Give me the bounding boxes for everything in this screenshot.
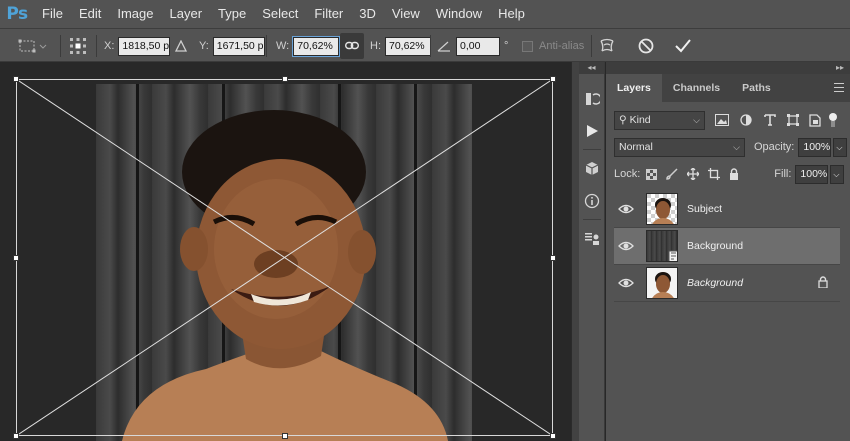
menu-select[interactable]: Select — [254, 0, 306, 28]
fill-field[interactable]: 100% — [795, 164, 829, 184]
document-canvas[interactable] — [0, 62, 571, 441]
menu-view[interactable]: View — [384, 0, 428, 28]
panel-menu-icon[interactable] — [834, 83, 844, 92]
collapse-dock-icon[interactable]: ◂◂ — [579, 62, 604, 74]
transform-handle-right[interactable] — [550, 255, 556, 261]
lock-all-icon[interactable] — [729, 168, 739, 180]
menu-filter[interactable]: Filter — [306, 0, 351, 28]
layer-name[interactable]: Subject — [687, 203, 722, 215]
visibility-eye-icon[interactable] — [618, 276, 634, 290]
x-position-field[interactable]: 1818,50 p: — [118, 36, 171, 56]
filter-toggle-icon[interactable] — [828, 112, 838, 128]
rotate-angle-field[interactable]: 0,00 — [456, 36, 500, 56]
transform-handle-bottom-left[interactable] — [13, 433, 19, 439]
search-icon: ⚲ — [619, 113, 630, 126]
layer-row-background-copy[interactable]: Background — [614, 228, 840, 265]
layer-lock-icon — [818, 276, 828, 288]
menu-type[interactable]: Type — [210, 0, 254, 28]
layer-filter-kind-dropdown[interactable]: ⚲ Kind ⌵ — [614, 110, 705, 130]
transform-handle-left[interactable] — [13, 255, 19, 261]
layer-thumbnail — [646, 267, 678, 299]
menu-3d[interactable]: 3D — [351, 0, 384, 28]
adjustment-layer-filter-icon[interactable] — [740, 114, 752, 126]
panel-tabs: Layers Channels Paths — [606, 74, 850, 102]
lock-transparency-icon[interactable] — [646, 168, 658, 180]
cancel-transform-icon[interactable] — [638, 29, 654, 63]
info-icon[interactable] — [579, 188, 605, 214]
3d-cube-icon[interactable] — [579, 156, 605, 182]
lock-artboard-icon[interactable] — [708, 168, 721, 180]
photoshop-logo: Ps — [6, 4, 28, 24]
transform-handle-bottom-right[interactable] — [550, 433, 556, 439]
layer-name[interactable]: Background — [687, 277, 743, 289]
dock-divider — [571, 62, 579, 441]
warp-mode-icon[interactable] — [599, 29, 615, 63]
layer-thumbnail — [646, 193, 678, 225]
y-position-field[interactable]: 1671,50 p: — [212, 36, 265, 56]
layers-panel: ▸▸ Layers Channels Paths ⚲ Kind ⌵ Normal ⌵… — [606, 62, 850, 441]
menu-file[interactable]: File — [34, 0, 71, 28]
lock-label: Lock: — [614, 168, 641, 180]
tab-paths[interactable]: Paths — [731, 74, 782, 102]
layer-row-subject[interactable]: Subject — [614, 191, 840, 228]
lock-position-icon[interactable] — [687, 168, 700, 180]
delta-icon[interactable] — [175, 29, 187, 63]
blend-mode-dropdown[interactable]: Normal ⌵ — [614, 137, 745, 157]
x-label: X: — [104, 40, 115, 52]
y-label: Y: — [199, 40, 209, 52]
history-icon[interactable] — [579, 86, 605, 112]
layer-row-background-locked[interactable]: Background — [614, 265, 840, 302]
lock-image-pixels-icon[interactable] — [666, 168, 678, 180]
panel-icon-dock: ◂◂ — [579, 62, 605, 441]
h-label: H: — [370, 40, 381, 52]
w-label: W: — [276, 40, 290, 52]
tab-layers[interactable]: Layers — [606, 74, 662, 102]
layer-thumbnail — [646, 230, 678, 262]
transform-handle-top-right[interactable] — [550, 76, 556, 82]
transform-bounding-box[interactable] — [13, 76, 556, 439]
opacity-field[interactable]: 100% — [798, 137, 832, 157]
actions-play-icon[interactable] — [579, 118, 605, 144]
visibility-eye-icon[interactable] — [618, 202, 634, 216]
clone-source-icon[interactable] — [579, 226, 605, 252]
transform-handle-top-left[interactable] — [13, 76, 19, 82]
menu-edit[interactable]: Edit — [71, 0, 109, 28]
rotate-angle-icon — [437, 29, 451, 63]
degree-unit: ° — [504, 40, 509, 52]
menu-bar: Ps File Edit Image Layer Type Select Fil… — [0, 0, 850, 28]
height-scale-field[interactable]: 70,62% — [385, 36, 431, 56]
transform-tool-icon[interactable] — [18, 29, 48, 63]
opacity-label: Opacity: — [754, 141, 795, 153]
antialias-checkbox[interactable] — [522, 40, 533, 52]
menu-window[interactable]: Window — [428, 0, 490, 28]
transform-handle-bottom[interactable] — [282, 433, 288, 439]
link-proportions-icon[interactable] — [340, 33, 364, 59]
visibility-eye-icon[interactable] — [618, 239, 634, 253]
smart-object-filter-icon[interactable] — [809, 113, 821, 127]
tab-channels[interactable]: Channels — [662, 74, 731, 102]
collapse-panel-icon[interactable]: ▸▸ — [606, 62, 850, 74]
menu-image[interactable]: Image — [109, 0, 161, 28]
transform-handle-top[interactable] — [282, 76, 288, 82]
shape-layer-filter-icon[interactable] — [787, 114, 799, 126]
antialias-label: Anti-alias — [539, 40, 585, 52]
reference-point-icon[interactable] — [70, 29, 86, 63]
menu-layer[interactable]: Layer — [162, 0, 211, 28]
fill-chevron-down-icon[interactable]: ⌵ — [830, 164, 845, 184]
type-layer-filter-icon[interactable] — [764, 114, 776, 126]
pixel-layer-filter-icon[interactable] — [715, 114, 729, 126]
layer-name[interactable]: Background — [687, 240, 743, 252]
width-scale-field[interactable]: 70,62% — [293, 36, 340, 56]
options-bar: X: 1818,50 p: Y: 1671,50 p: W: 70,62% H:… — [0, 28, 850, 62]
commit-transform-icon[interactable] — [674, 29, 692, 63]
fill-label: Fill: — [774, 168, 792, 180]
opacity-chevron-down-icon[interactable]: ⌵ — [833, 137, 848, 157]
menu-help[interactable]: Help — [490, 0, 533, 28]
